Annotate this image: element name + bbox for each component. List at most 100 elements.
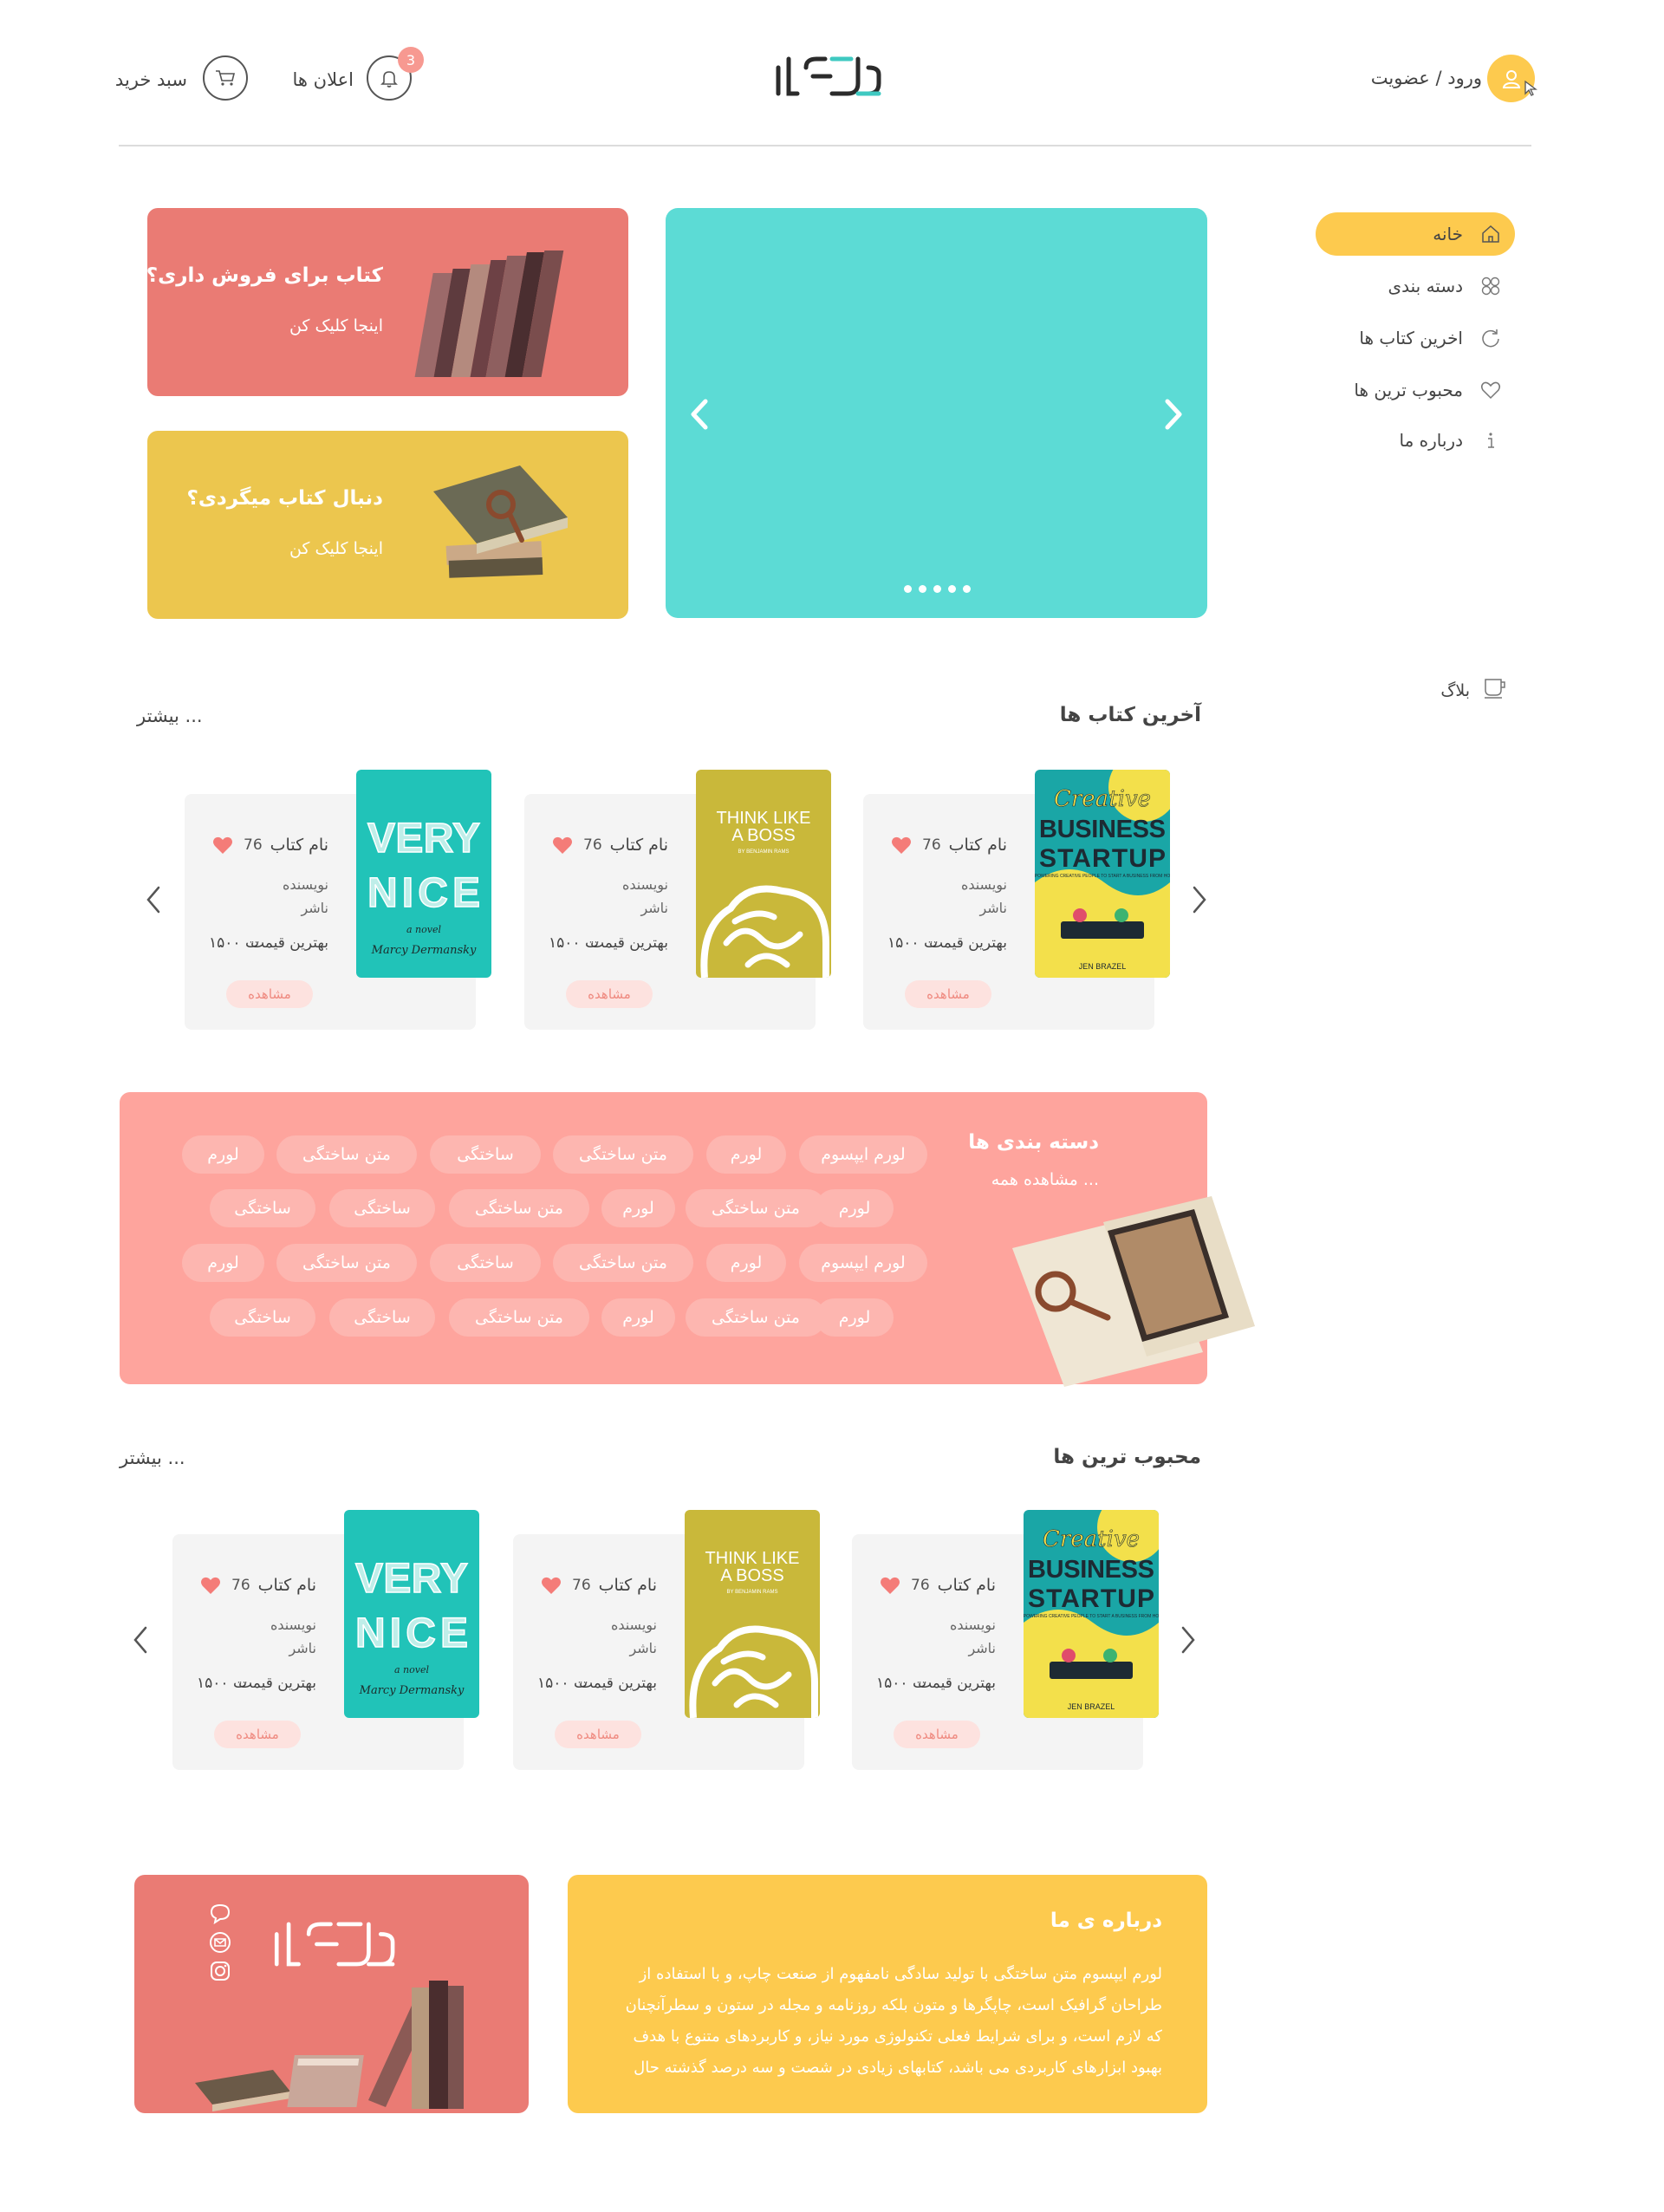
- site-logo[interactable]: [771, 50, 884, 102]
- book-card[interactable]: Creative BUSINESS STARTUP EMPOWERING CRE…: [852, 1510, 1159, 1770]
- category-tag[interactable]: ساختگی: [430, 1244, 541, 1282]
- carousel-prev-icon[interactable]: [130, 1623, 153, 1657]
- category-tag[interactable]: لورم: [816, 1298, 894, 1337]
- slider-dot[interactable]: [963, 585, 971, 593]
- book-card[interactable]: VERY NICE a novel Marcy Dermansky نام کت…: [172, 1510, 479, 1770]
- login-register-link[interactable]: ورود / عضویت: [1352, 68, 1482, 88]
- likes[interactable]: 76: [541, 1576, 591, 1595]
- slider-prev-arrow-icon[interactable]: [683, 394, 718, 434]
- heart-filled-icon[interactable]: [541, 1576, 562, 1595]
- view-book-button[interactable]: مشاهده: [214, 1721, 301, 1748]
- find-book-promo[interactable]: دنبال کتاب میگردی؟ اینجا کلیک کن: [147, 431, 628, 619]
- category-tag[interactable]: لورم ایپسوم: [799, 1244, 927, 1282]
- heart-filled-icon[interactable]: [552, 836, 573, 855]
- best-price-label: بهترین قیمت: [579, 1675, 657, 1692]
- view-book-button[interactable]: مشاهده: [226, 980, 313, 1008]
- slider-dot[interactable]: [904, 585, 912, 593]
- categories-panel: دسته بندی ها مشاهده همه ... لورم ایپسوم ل…: [120, 1092, 1255, 1387]
- svg-text:Creative: Creative: [1043, 1526, 1140, 1552]
- category-tag[interactable]: لورم: [706, 1244, 786, 1282]
- category-tag[interactable]: متن ساختگی: [686, 1298, 826, 1337]
- category-tag[interactable]: متن ساختگی: [553, 1135, 693, 1174]
- carousel-next-icon[interactable]: [1176, 1623, 1199, 1657]
- book-card[interactable]: VERY NICE a novel Marcy Dermansky نام کت…: [185, 770, 491, 1030]
- sell-book-promo[interactable]: کتاب برای فروش داری؟ اینجا کلیک کن: [147, 208, 628, 396]
- notifications-label[interactable]: اعلان ها: [260, 69, 354, 90]
- book-author: نویسنده: [949, 1617, 996, 1633]
- cart-label[interactable]: سبد خرید: [104, 69, 187, 90]
- category-tag[interactable]: لورم: [182, 1244, 264, 1282]
- svg-text:Marcy Dermansky: Marcy Dermansky: [359, 1684, 465, 1697]
- category-tag[interactable]: لورم: [816, 1189, 894, 1227]
- best-price-label: بهترین قیمت: [929, 934, 1007, 952]
- nav-item-about[interactable]: درباره ما: [1316, 419, 1515, 462]
- mail-icon[interactable]: [209, 1931, 231, 1954]
- category-tag[interactable]: متن ساختگی: [276, 1244, 417, 1282]
- book-cover-image[interactable]: Creative BUSINESS STARTUP EMPOWERING CRE…: [1035, 770, 1170, 978]
- cursor-icon: [1524, 80, 1537, 96]
- category-tag[interactable]: ساختگی: [430, 1135, 541, 1174]
- book-name: نام کتاب: [270, 836, 328, 855]
- home-icon: [1479, 222, 1503, 246]
- category-tag[interactable]: متن ساختگی: [686, 1189, 826, 1227]
- nav-item-latest[interactable]: اخرین کتاب ها: [1316, 316, 1515, 360]
- heart-filled-icon[interactable]: [200, 1576, 221, 1595]
- carousel-next-icon[interactable]: [1187, 882, 1210, 917]
- book-card[interactable]: THINK LIKE A BOSS BY BENJAMIN RAMS نام ک…: [513, 1510, 820, 1770]
- likes[interactable]: 76: [891, 836, 941, 855]
- book-cover-image[interactable]: Creative BUSINESS STARTUP EMPOWERING CRE…: [1024, 1510, 1159, 1718]
- promo-title: دنبال کتاب میگردی؟: [186, 487, 384, 510]
- heart-filled-icon[interactable]: [212, 836, 233, 855]
- category-tag[interactable]: ساختگی: [210, 1189, 315, 1227]
- view-book-button[interactable]: مشاهده: [894, 1721, 980, 1748]
- category-tag[interactable]: متن ساختگی: [553, 1244, 693, 1282]
- heart-icon: [1479, 378, 1503, 402]
- slider-dot[interactable]: [919, 585, 926, 593]
- book-cover-image[interactable]: VERY NICE a novel Marcy Dermansky: [356, 770, 491, 978]
- nav-item-home[interactable]: خانه: [1316, 212, 1515, 256]
- category-tag[interactable]: متن ساختگی: [276, 1135, 417, 1174]
- category-tag[interactable]: ساختگی: [210, 1298, 315, 1337]
- likes[interactable]: 76: [552, 836, 602, 855]
- book-publisher: ناشر: [289, 1640, 316, 1656]
- heart-filled-icon[interactable]: [880, 1576, 900, 1595]
- svg-text:STARTUP: STARTUP: [1039, 844, 1166, 873]
- book-card[interactable]: THINK LIKE A BOSS BY BENJAMIN RAMS نام ک…: [524, 770, 831, 1030]
- slider-dot[interactable]: [933, 585, 941, 593]
- category-tag[interactable]: ساختگی: [329, 1298, 435, 1337]
- likes[interactable]: 76: [200, 1576, 250, 1595]
- nav-item-blog[interactable]: بلاگ: [1387, 676, 1508, 705]
- category-tag[interactable]: لورم: [601, 1298, 675, 1337]
- cart-button[interactable]: [203, 55, 248, 101]
- promo-link[interactable]: اینجا کلیک کن: [289, 316, 383, 335]
- likes[interactable]: 76: [880, 1576, 930, 1595]
- chat-icon[interactable]: [209, 1903, 231, 1925]
- carousel-prev-icon[interactable]: [143, 882, 166, 917]
- slider-dot[interactable]: [948, 585, 956, 593]
- book-card[interactable]: Creative BUSINESS STARTUP EMPOWERING CRE…: [863, 770, 1170, 1030]
- nav-item-popular[interactable]: محبوب ترین ها: [1316, 368, 1515, 412]
- category-tag[interactable]: لورم: [182, 1135, 264, 1174]
- book-cover-image[interactable]: THINK LIKE A BOSS BY BENJAMIN RAMS: [696, 770, 831, 978]
- view-book-button[interactable]: مشاهده: [566, 980, 653, 1008]
- likes[interactable]: 76: [212, 836, 263, 855]
- heart-filled-icon[interactable]: [891, 836, 912, 855]
- promo-link[interactable]: اینجا کلیک کن: [289, 539, 383, 558]
- category-tag[interactable]: ساختگی: [329, 1189, 435, 1227]
- category-tag[interactable]: لورم: [706, 1135, 786, 1174]
- categories-view-all-link[interactable]: مشاهده همه ...: [991, 1170, 1099, 1189]
- view-book-button[interactable]: مشاهده: [905, 980, 991, 1008]
- category-tag[interactable]: لورم ایپسوم: [799, 1135, 927, 1174]
- book-cover-image[interactable]: VERY NICE a novel Marcy Dermansky: [344, 1510, 479, 1718]
- nav-item-categories[interactable]: دسته بندی: [1316, 264, 1515, 308]
- category-tag[interactable]: متن ساختگی: [449, 1189, 589, 1227]
- latest-books-more-link[interactable]: بیشتر ...: [137, 706, 203, 726]
- slider-next-arrow-icon[interactable]: [1155, 394, 1190, 434]
- category-tag[interactable]: متن ساختگی: [449, 1298, 589, 1337]
- popular-books-more-link[interactable]: بیشتر ...: [120, 1448, 185, 1468]
- category-tag[interactable]: لورم: [601, 1189, 675, 1227]
- view-book-button[interactable]: مشاهده: [555, 1721, 641, 1748]
- slider-dots[interactable]: [904, 585, 971, 593]
- hero-slider[interactable]: [666, 208, 1207, 618]
- book-cover-image[interactable]: THINK LIKE A BOSS BY BENJAMIN RAMS: [685, 1510, 820, 1718]
